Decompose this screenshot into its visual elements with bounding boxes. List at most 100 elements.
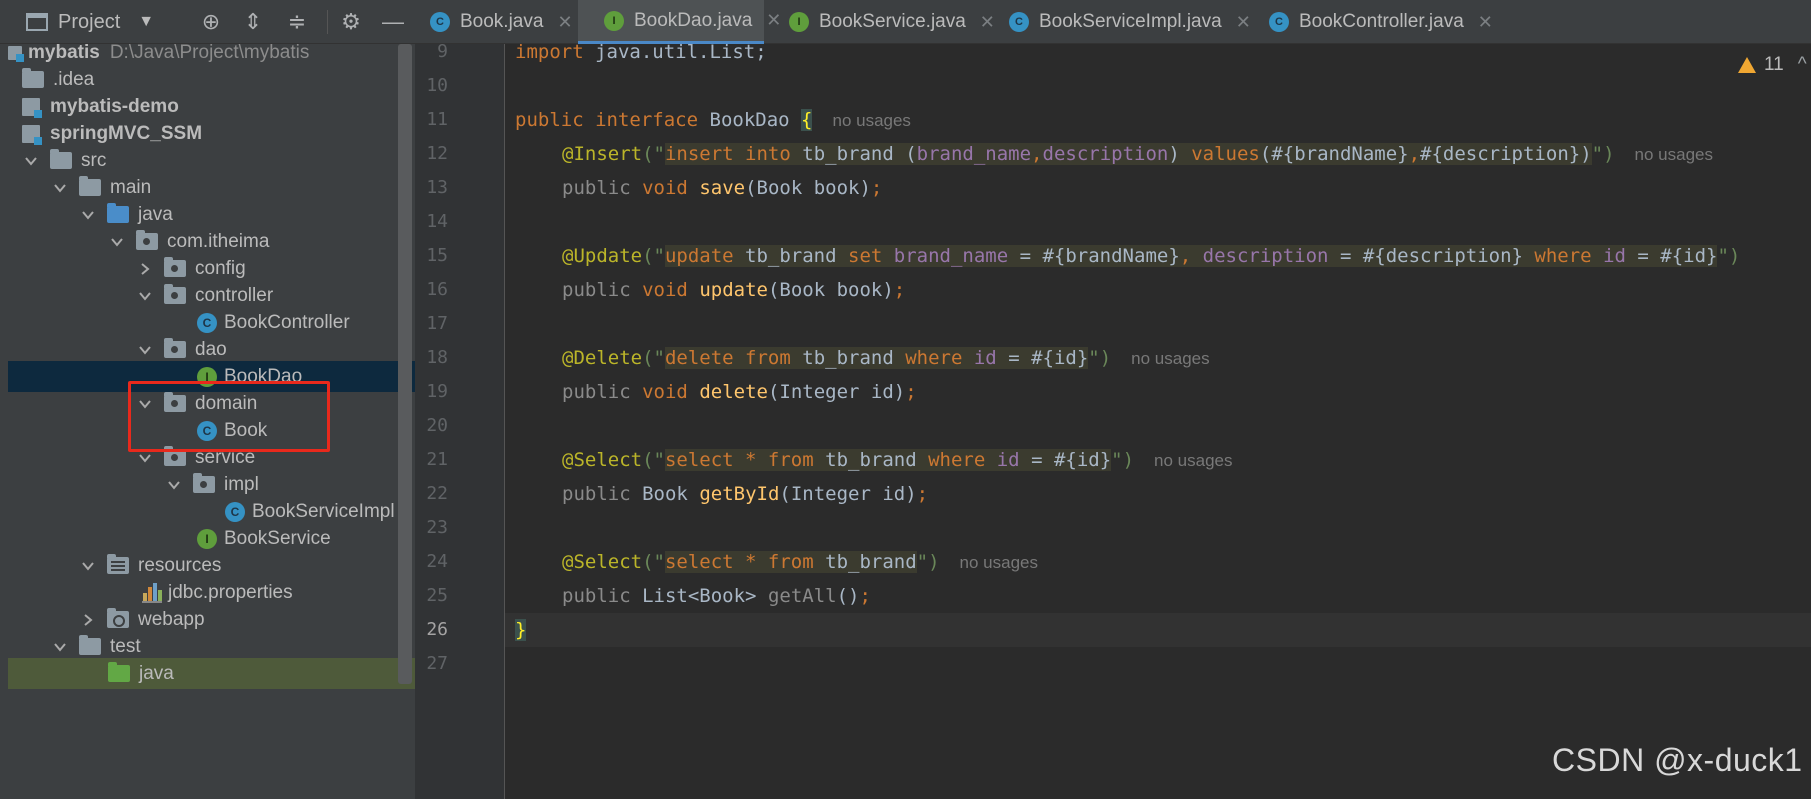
code-line-26[interactable]: } bbox=[505, 613, 1811, 647]
code-token: (" bbox=[642, 245, 665, 267]
chevron-down-icon[interactable] bbox=[136, 287, 154, 305]
line-number: 18 bbox=[426, 347, 448, 368]
code-token: BookDao bbox=[709, 109, 790, 131]
code-line-19[interactable]: public void delete(Integer id); bbox=[505, 375, 1811, 409]
code-token: tb_brand bbox=[813, 449, 929, 471]
usage-hint[interactable]: no usages bbox=[960, 553, 1038, 572]
tree-item-label: dao bbox=[195, 338, 227, 360]
chevron-down-icon[interactable] bbox=[79, 206, 97, 224]
code-token: insert into bbox=[664, 143, 791, 165]
code-token: = #{brandName} bbox=[1008, 245, 1180, 267]
close-icon[interactable]: ✕ bbox=[557, 12, 572, 33]
code-line-24[interactable]: @Select("select * from tb_brand") no usag… bbox=[505, 545, 1811, 579]
code-token: List<Book> bbox=[642, 585, 757, 607]
usage-hint[interactable]: no usages bbox=[1154, 451, 1232, 470]
code-token: void bbox=[642, 381, 688, 403]
tree-item-label: main bbox=[110, 176, 152, 198]
chevron-down-icon[interactable] bbox=[51, 638, 69, 656]
code-token: select * from bbox=[664, 449, 814, 471]
tree-item-label: java bbox=[139, 662, 174, 684]
collapse-all-icon[interactable]: ≑ bbox=[284, 9, 310, 35]
chevron-up-icon[interactable]: ^ bbox=[1798, 54, 1807, 76]
chevron-right-icon[interactable] bbox=[136, 260, 154, 278]
code-line-12[interactable]: @Insert("insert into tb_brand (brand_nam… bbox=[505, 137, 1811, 171]
code-line-15[interactable]: @Update("update tb_brand set brand_name … bbox=[505, 239, 1811, 273]
class-icon: C bbox=[197, 312, 217, 333]
line-number: 13 bbox=[426, 177, 448, 198]
tree-item-label: mybatis bbox=[28, 44, 100, 63]
tree-item-label: controller bbox=[195, 284, 274, 306]
expand-all-icon[interactable]: ⇕ bbox=[240, 9, 266, 35]
code-token: public bbox=[562, 177, 631, 199]
usage-hint[interactable]: no usages bbox=[832, 111, 910, 130]
code-token: ; bbox=[905, 381, 917, 403]
code-token: ") bbox=[1591, 143, 1615, 165]
chevron-down-icon[interactable] bbox=[108, 233, 126, 251]
toolbar-divider bbox=[327, 10, 328, 34]
tree-item-test-java[interactable]: java bbox=[8, 658, 415, 689]
inspection-widget[interactable]: 11 ^ bbox=[1738, 52, 1807, 78]
code-token: delete bbox=[699, 381, 768, 403]
chevron-down-icon[interactable] bbox=[51, 179, 69, 197]
tree-item-label: springMVC_SSM bbox=[50, 122, 203, 144]
line-number: 17 bbox=[426, 313, 448, 334]
project-view-selector[interactable]: Project ▼ bbox=[26, 0, 154, 44]
code-line-16[interactable]: public void update(Book book); bbox=[505, 273, 1811, 307]
code-token: description bbox=[1042, 143, 1169, 165]
chevron-down-icon[interactable] bbox=[22, 152, 40, 170]
close-icon[interactable]: ✕ bbox=[1236, 12, 1251, 33]
minimize-icon[interactable]: — bbox=[380, 9, 406, 35]
gear-icon[interactable]: ⚙ bbox=[338, 9, 364, 35]
code-token: ; bbox=[893, 279, 906, 301]
tree-item-label: src bbox=[81, 149, 107, 171]
code-token: (Book book) bbox=[767, 279, 894, 301]
code-token: ") bbox=[916, 551, 940, 573]
code-token: public bbox=[562, 381, 631, 403]
code-token: select * from bbox=[664, 551, 814, 573]
crosshair-icon[interactable]: ⊕ bbox=[198, 9, 224, 35]
code-line-22[interactable]: public Book getById(Integer id); bbox=[505, 477, 1811, 511]
chevron-down-icon[interactable] bbox=[79, 557, 97, 575]
code-line-13[interactable]: public void save(Book book); bbox=[505, 171, 1811, 205]
code-token: public bbox=[562, 483, 631, 505]
tab-label: BookDao.java bbox=[634, 9, 753, 31]
chevron-down-icon[interactable] bbox=[165, 476, 183, 494]
module-icon bbox=[22, 124, 42, 145]
line-number-current: 26 bbox=[426, 619, 448, 640]
code-line-11[interactable]: public interface BookDao {no usages bbox=[505, 103, 1811, 137]
line-number: 23 bbox=[426, 517, 448, 538]
code-token: where bbox=[928, 449, 986, 471]
code-token: ") bbox=[1111, 449, 1135, 471]
code-line-25[interactable]: public List<Book> getAll(); bbox=[505, 579, 1811, 613]
close-icon[interactable]: ✕ bbox=[766, 10, 781, 31]
tree-item-label: webapp bbox=[138, 608, 205, 630]
code-line-18[interactable]: @Delete("delete from tb_brand where id =… bbox=[505, 341, 1811, 375]
code-token: public bbox=[515, 109, 584, 131]
chevron-right-icon[interactable] bbox=[79, 611, 97, 629]
code-token: ; bbox=[859, 585, 871, 607]
code-token: @Select bbox=[562, 551, 643, 573]
chevron-down-icon[interactable] bbox=[136, 341, 154, 359]
code-editor[interactable]: import java.util.List; public interface … bbox=[505, 41, 1811, 799]
code-token: set bbox=[848, 245, 883, 267]
close-icon[interactable]: ✕ bbox=[980, 12, 995, 33]
close-icon[interactable]: ✕ bbox=[1478, 12, 1493, 33]
code-token: ; bbox=[870, 177, 883, 199]
code-line-21[interactable]: @Select("select * from tb_brand where id… bbox=[505, 443, 1811, 477]
interface-icon: I bbox=[604, 10, 624, 31]
class-icon: C bbox=[1269, 12, 1289, 32]
code-token: = #{description} bbox=[1328, 245, 1535, 267]
tree-item-label: BookServiceImpl bbox=[252, 500, 395, 522]
code-line-9[interactable]: import java.util.List; bbox=[505, 35, 1811, 69]
code-token: Book bbox=[642, 483, 688, 505]
line-number: 9 bbox=[437, 41, 448, 62]
code-token: brand_name bbox=[893, 245, 1009, 267]
usage-hint[interactable]: no usages bbox=[1131, 349, 1209, 368]
code-token: tb_brand bbox=[733, 245, 848, 267]
folder-icon bbox=[79, 635, 101, 655]
usage-hint[interactable]: no usages bbox=[1635, 145, 1713, 164]
tree-item-label: resources bbox=[138, 554, 222, 576]
tree-item-label: BookController bbox=[224, 311, 350, 333]
folder-icon bbox=[50, 149, 72, 169]
